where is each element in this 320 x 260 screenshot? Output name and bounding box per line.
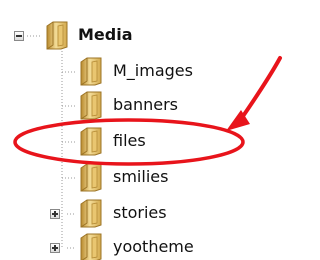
expand-toggle-icon[interactable] [50, 243, 60, 253]
tree-node-m-images[interactable]: M_images [0, 54, 240, 90]
folder-tree: Media M_images banners files smilies sto… [0, 0, 287, 260]
tree-node-label[interactable]: Media [78, 25, 133, 45]
folder-icon [78, 162, 104, 192]
folder-icon [78, 198, 104, 228]
folder-icon [78, 126, 104, 156]
tree-node-label[interactable]: files [113, 131, 146, 151]
tree-node-label[interactable]: yootheme [113, 237, 194, 257]
tree-node-files[interactable]: files [0, 124, 240, 160]
tree-node-label[interactable]: banners [113, 95, 178, 115]
tree-node-banners[interactable]: banners [0, 88, 240, 124]
tree-node-yootheme[interactable]: yootheme [0, 230, 240, 260]
folder-icon [44, 20, 70, 50]
tree-node-smilies[interactable]: smilies [0, 160, 240, 196]
folder-icon [78, 232, 104, 260]
collapse-toggle-icon[interactable] [14, 31, 24, 41]
tree-node-media[interactable]: Media [0, 18, 240, 54]
tree-node-label[interactable]: smilies [113, 167, 168, 187]
tree-node-stories[interactable]: stories [0, 196, 240, 232]
folder-icon [78, 56, 104, 86]
expand-toggle-icon[interactable] [50, 209, 60, 219]
tree-node-label[interactable]: M_images [113, 61, 193, 81]
folder-icon [78, 90, 104, 120]
tree-node-label[interactable]: stories [113, 203, 167, 223]
